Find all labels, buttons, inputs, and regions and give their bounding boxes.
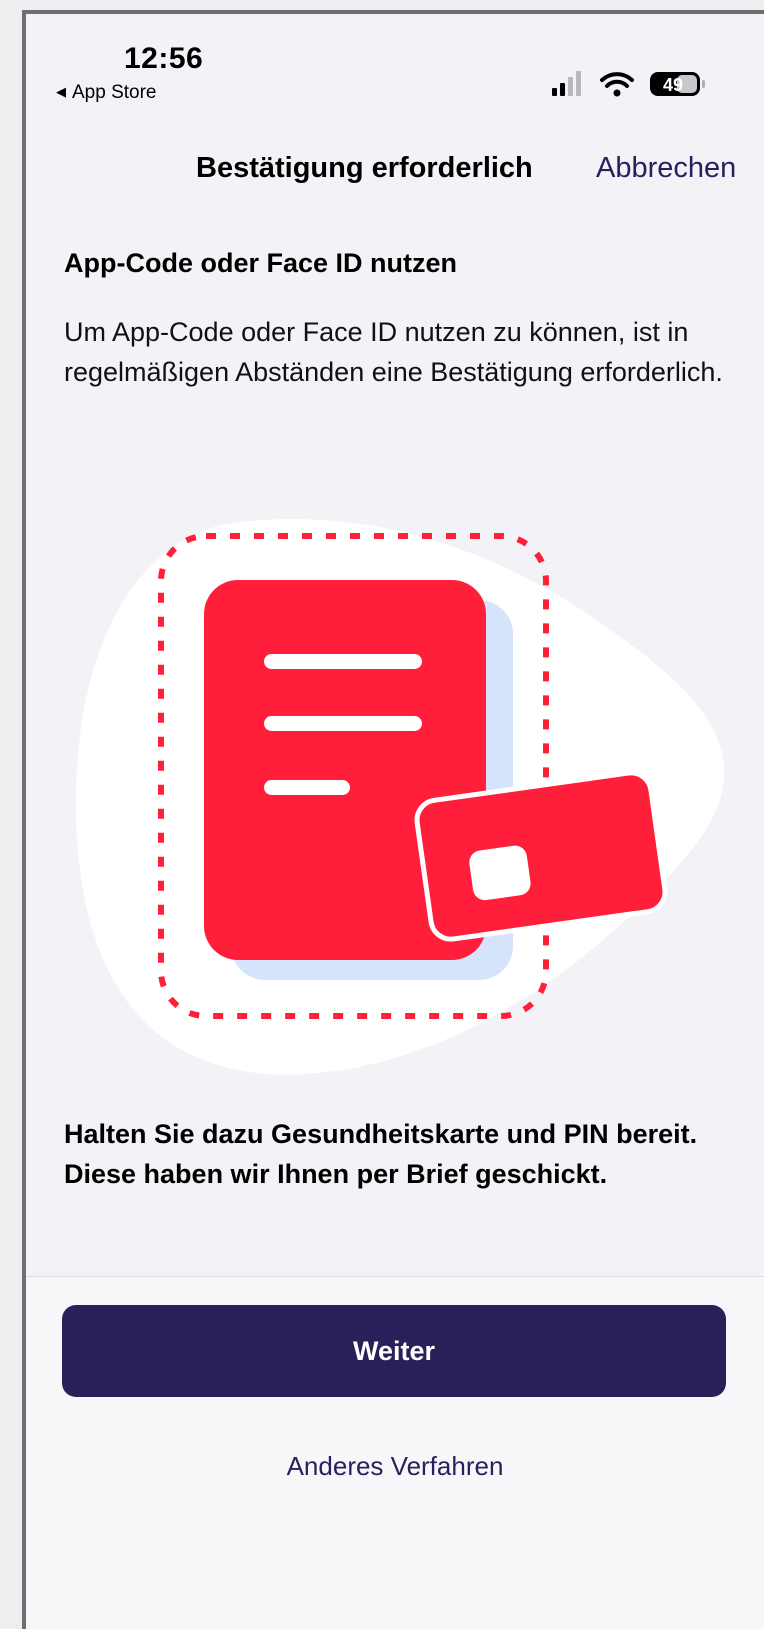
back-triangle-icon: ◀ (56, 84, 66, 99)
instruction-line-1: Halten Sie dazu Gesundheitskarte und PIN… (64, 1119, 698, 1149)
cancel-button[interactable]: Abbrechen (596, 152, 736, 185)
intro-text: Um App-Code oder Face ID nutzen zu könne… (64, 317, 723, 387)
document-line-1 (264, 654, 422, 669)
status-icons: 49 (552, 71, 705, 97)
phone-screen: 12:56 ◀ App Store 49 Bestätigung erforde… (22, 10, 764, 1629)
card-chip-icon (469, 845, 531, 901)
battery-level: 49 (663, 75, 683, 95)
instruction-line-2: Diese haben wir Ihnen per Brief geschick… (64, 1159, 608, 1189)
health-card-icon (414, 770, 668, 942)
document-line-2 (264, 716, 422, 731)
action-footer: Weiter Anderes Verfahren (26, 1276, 764, 1629)
battery-icon: 49 (650, 72, 705, 96)
instructions: Halten Sie dazu Gesundheitskarte und PIN… (64, 1114, 744, 1194)
back-to-app-link[interactable]: ◀ App Store (56, 82, 157, 104)
signal-icon (552, 71, 581, 96)
section-heading: App-Code oder Face ID nutzen (64, 248, 458, 278)
status-time: 12:56 (124, 42, 204, 75)
other-method-link[interactable]: Anderes Verfahren (26, 1451, 764, 1482)
status-bar: 12:56 ◀ App Store 49 (26, 14, 764, 114)
document-line-3 (264, 780, 350, 795)
wifi-icon (600, 72, 634, 97)
nav-title: Bestätigung erforderlich (196, 152, 533, 184)
continue-button[interactable]: Weiter (62, 1305, 726, 1397)
health-card-illustration (76, 518, 725, 1075)
back-app-label: App Store (72, 82, 157, 103)
